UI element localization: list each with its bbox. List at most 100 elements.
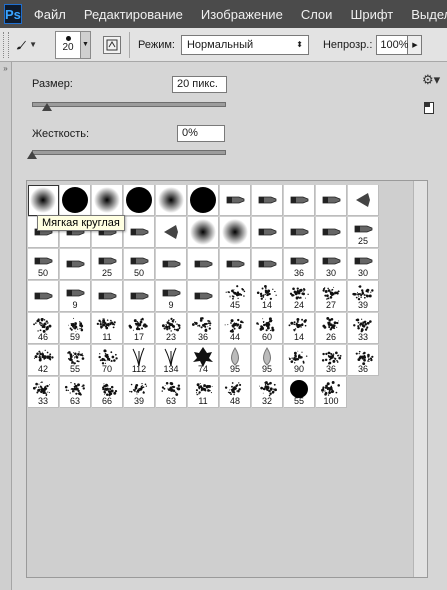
brush-preset-cell[interactable] — [252, 217, 283, 248]
brush-preset-cell[interactable] — [252, 249, 283, 280]
brush-preset-cell[interactable]: 95 — [252, 345, 283, 376]
brush-preset-cell[interactable] — [124, 217, 155, 248]
brush-preset-cell[interactable]: 36 — [284, 249, 315, 280]
brush-preset-cell[interactable] — [28, 185, 59, 216]
brush-preset-picker[interactable]: 20 — [55, 30, 81, 59]
brush-preset-cell[interactable] — [156, 249, 187, 280]
opacity-dropdown-button[interactable]: ▶ — [408, 34, 423, 55]
brush-preset-cell[interactable] — [188, 217, 219, 248]
brush-tool-icon[interactable]: ▼ — [15, 34, 37, 56]
brush-preset-cell[interactable] — [124, 185, 155, 216]
menu-select[interactable]: Выделен — [411, 7, 447, 22]
brush-preset-cell[interactable]: 23 — [156, 313, 187, 344]
brush-preset-cell[interactable]: 63 — [156, 377, 187, 408]
brush-preset-cell[interactable]: 55 — [284, 377, 315, 408]
expand-arrows-icon[interactable]: » — [0, 64, 11, 73]
brush-preset-cell[interactable]: 48 — [220, 377, 251, 408]
options-bar-grip[interactable] — [3, 31, 9, 58]
brush-preset-cell[interactable]: 36 — [348, 345, 379, 376]
menu-image[interactable]: Изображение — [201, 7, 283, 22]
brush-preset-cell[interactable]: 39 — [348, 281, 379, 312]
menu-layers[interactable]: Слои — [301, 7, 333, 22]
hardness-input[interactable]: 0% — [177, 125, 225, 142]
brush-preset-cell[interactable]: 39 — [124, 377, 155, 408]
brush-preset-cell[interactable]: 36 — [188, 313, 219, 344]
brush-preset-cell[interactable] — [60, 185, 91, 216]
brush-preset-cell[interactable]: 50 — [28, 249, 59, 280]
brush-preset-cell[interactable] — [316, 185, 347, 216]
gear-icon[interactable]: ⚙▾ — [422, 72, 440, 88]
brush-preset-cell[interactable]: 42 — [28, 345, 59, 376]
brush-preset-size: 95 — [261, 364, 272, 374]
brush-preset-cell[interactable] — [28, 281, 59, 312]
brush-preset-cell[interactable]: 63 — [60, 377, 91, 408]
brush-preset-cell[interactable]: 9 — [60, 281, 91, 312]
brush-preset-cell[interactable]: 25 — [92, 249, 123, 280]
brush-preset-cell[interactable] — [220, 217, 251, 248]
brush-preset-dropdown-button[interactable]: ▼ — [81, 30, 91, 59]
brush-preset-cell[interactable] — [92, 185, 123, 216]
preset-list-scrollbar[interactable] — [413, 181, 427, 577]
brush-preset-cell[interactable] — [284, 185, 315, 216]
menu-type[interactable]: Шрифт — [350, 7, 393, 22]
brush-preset-cell[interactable]: 112 — [124, 345, 155, 376]
brush-preset-cell[interactable]: 17 — [124, 313, 155, 344]
brush-preset-cell[interactable] — [124, 281, 155, 312]
brush-preset-cell[interactable] — [316, 217, 347, 248]
brush-preset-cell[interactable]: 14 — [252, 281, 283, 312]
brush-preset-cell[interactable]: 90 — [284, 345, 315, 376]
brush-preset-cell[interactable]: 60 — [252, 313, 283, 344]
brush-preset-cell[interactable] — [188, 281, 219, 312]
brush-preset-cell[interactable]: 33 — [348, 313, 379, 344]
hardness-slider-thumb[interactable] — [27, 151, 37, 159]
brush-preset-cell[interactable]: 30 — [316, 249, 347, 280]
brush-preset-cell[interactable]: 9 — [156, 281, 187, 312]
size-slider-track[interactable] — [32, 102, 226, 107]
brush-preset-cell[interactable]: 24 — [284, 281, 315, 312]
brush-preset-cell[interactable] — [220, 249, 251, 280]
brush-preset-cell[interactable] — [60, 249, 91, 280]
brush-preset-cell[interactable] — [284, 217, 315, 248]
brush-preset-cell[interactable] — [220, 185, 251, 216]
brush-preset-cell[interactable]: 59 — [60, 313, 91, 344]
brush-preset-cell[interactable]: 74 — [188, 345, 219, 376]
brush-preset-cell[interactable]: 134 — [156, 345, 187, 376]
brush-preset-cell[interactable]: 55 — [60, 345, 91, 376]
brush-preset-cell[interactable]: 50 — [124, 249, 155, 280]
menu-edit[interactable]: Редактирование — [84, 7, 183, 22]
hardness-slider-track[interactable] — [32, 150, 226, 155]
menu-file[interactable]: Файл — [34, 7, 66, 22]
brush-preset-cell[interactable]: 70 — [92, 345, 123, 376]
mode-select[interactable]: Нормальный ⬍ — [180, 34, 309, 55]
brush-preset-cell[interactable]: 26 — [316, 313, 347, 344]
brush-preset-cell[interactable]: 11 — [92, 313, 123, 344]
brush-preset-cell[interactable]: 45 — [220, 281, 251, 312]
size-slider-thumb[interactable] — [42, 103, 53, 111]
brush-preset-cell[interactable]: 36 — [316, 345, 347, 376]
brush-panel-toggle-icon[interactable] — [103, 35, 121, 54]
brush-preset-size: 39 — [133, 396, 144, 406]
brush-preset-cell[interactable]: 25 — [348, 217, 379, 248]
brush-preset-cell[interactable] — [188, 249, 219, 280]
brush-preset-cell[interactable]: 44 — [220, 313, 251, 344]
new-preset-icon[interactable] — [424, 102, 434, 114]
brush-preset-cell[interactable]: 33 — [28, 377, 59, 408]
brush-preset-cell[interactable]: 95 — [220, 345, 251, 376]
brush-preset-cell[interactable] — [156, 185, 187, 216]
brush-preset-cell[interactable]: 100 — [316, 377, 347, 408]
opacity-input[interactable]: 100% — [376, 34, 409, 55]
brush-preset-cell[interactable]: 66 — [92, 377, 123, 408]
brush-preset-cell[interactable]: 30 — [348, 249, 379, 280]
brush-preset-cell[interactable] — [92, 281, 123, 312]
brush-preset-cell[interactable]: 27 — [316, 281, 347, 312]
brush-preset-cell[interactable] — [252, 185, 283, 216]
brush-preset-cell[interactable]: 32 — [252, 377, 283, 408]
tool-preset-dropdown-icon[interactable]: ▼ — [29, 40, 37, 49]
size-input[interactable]: 20 пикс. — [172, 76, 227, 93]
brush-preset-cell[interactable]: 11 — [188, 377, 219, 408]
brush-preset-cell[interactable]: 46 — [28, 313, 59, 344]
brush-preset-cell[interactable]: 14 — [284, 313, 315, 344]
brush-preset-cell[interactable] — [188, 185, 219, 216]
brush-preset-cell[interactable] — [156, 217, 187, 248]
brush-preset-cell[interactable] — [348, 185, 379, 216]
